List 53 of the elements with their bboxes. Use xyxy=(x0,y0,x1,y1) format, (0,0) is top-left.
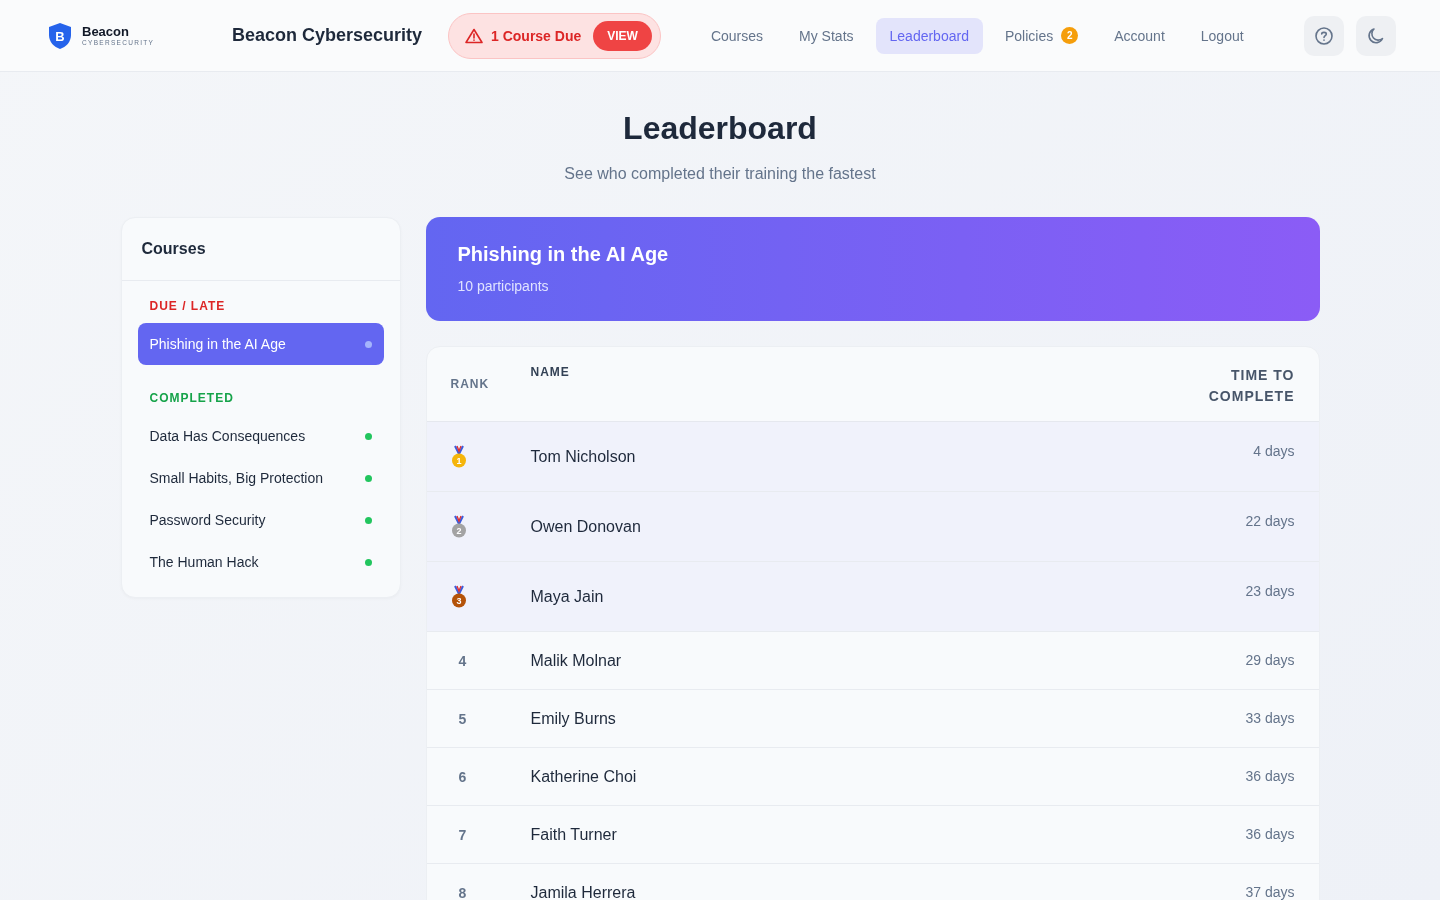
app-title: Beacon Cybersecurity xyxy=(232,25,424,46)
completion-time: 29 days xyxy=(1245,652,1295,668)
participant-name: Katherine Choi xyxy=(530,767,638,786)
participant-name: Emily Burns xyxy=(530,709,617,728)
course-item[interactable]: Phishing in the AI Age xyxy=(137,323,384,365)
completion-time: 4 days xyxy=(1253,443,1295,459)
view-button[interactable]: VIEW xyxy=(593,20,652,51)
rank-number: 8 xyxy=(457,884,467,900)
rank-number: 6 xyxy=(457,768,467,785)
rank-number: 4 xyxy=(457,652,467,669)
participant-count: 10 participants xyxy=(457,278,550,294)
warning-icon xyxy=(465,27,483,44)
moon-icon xyxy=(1366,25,1386,46)
theme-button[interactable] xyxy=(1356,15,1396,56)
participant-name: Tom Nicholson xyxy=(530,447,637,466)
group-label: DUE / LATE xyxy=(148,298,227,315)
participant-name: Malik Molnar xyxy=(530,651,623,670)
rank-number: 5 xyxy=(457,710,467,727)
completion-time: 37 days xyxy=(1245,884,1295,900)
column-header: NAME xyxy=(530,365,571,379)
nav-link[interactable]: Courses xyxy=(696,17,778,54)
help-button[interactable] xyxy=(1304,15,1344,56)
participant-name: Faith Turner xyxy=(530,825,618,844)
completion-time: 23 days xyxy=(1245,583,1295,599)
help-icon xyxy=(1314,25,1334,46)
participant-name: Jamila Herrera xyxy=(530,883,637,900)
nav-link[interactable]: My Stats xyxy=(785,17,868,54)
page-subtitle: See who completed their training the fastest xyxy=(564,165,876,183)
course-item[interactable]: The Human Hack xyxy=(137,541,384,583)
brand-name: Beacon xyxy=(82,24,130,38)
shield-logo-icon: B xyxy=(48,21,72,50)
completion-time: 22 days xyxy=(1245,513,1295,529)
page-title: Leaderboard xyxy=(623,110,817,147)
completion-time: 36 days xyxy=(1245,826,1295,842)
participant-name: Maya Jain xyxy=(530,587,605,606)
nav-link[interactable]: Account xyxy=(1100,17,1179,54)
group-label: COMPLETED xyxy=(148,390,235,407)
rank-number: 7 xyxy=(457,826,467,843)
course-title: Phishing in the AI Age xyxy=(457,243,670,266)
completion-time: 33 days xyxy=(1245,710,1295,726)
course-item[interactable]: Small Habits, Big Protection xyxy=(137,457,384,499)
completion-time: 36 days xyxy=(1245,768,1295,784)
nav-link[interactable]: Logout xyxy=(1186,17,1258,54)
course-item[interactable]: Password Security xyxy=(137,499,384,541)
column-header: RANK xyxy=(449,377,491,391)
column-header: TIME TO COMPLETE xyxy=(1207,366,1295,406)
count-badge: 2 xyxy=(1061,27,1079,44)
nav-link[interactable]: Policies xyxy=(1004,27,1054,44)
course-item[interactable]: Data Has Consequences xyxy=(137,415,384,457)
participant-name: Owen Donovan xyxy=(530,517,642,536)
panel-title: Courses xyxy=(141,240,206,257)
nav-link[interactable]: Leaderboard xyxy=(875,17,983,54)
alert-text: 1 Course Due xyxy=(491,27,582,44)
